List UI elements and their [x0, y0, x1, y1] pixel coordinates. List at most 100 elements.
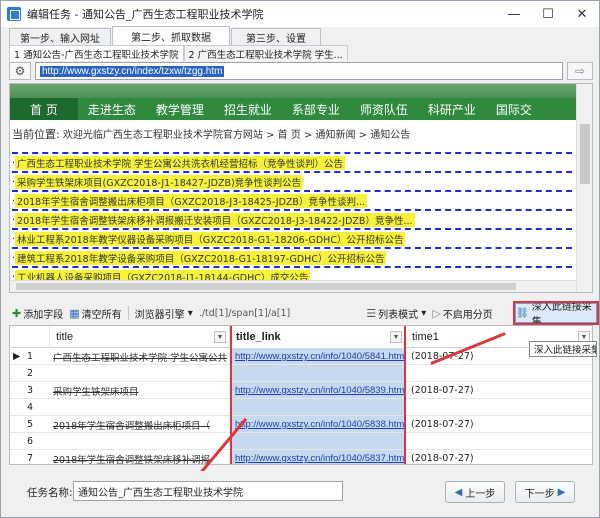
list-mode-label: 列表模式 [378, 309, 419, 321]
prev-icon: ◀ [454, 486, 463, 498]
play-icon: ▷ [432, 306, 441, 320]
maximize-icon[interactable]: ☐ [531, 1, 565, 27]
cell-title[interactable]: 广西生态工程职业技术学院 学生公寓公共 [50, 348, 230, 365]
add-field-label: 添加字段 [23, 309, 64, 321]
task-name-label: 任务名称: [27, 487, 73, 499]
field-toolbar: ✚ 添加字段 ▦ 清空所有 浏览器引擎 ▾ ./td[1]/span[1]/a[1]… [9, 301, 599, 328]
column-annotation-box [230, 326, 406, 464]
news-link[interactable]: 林业工程系2018年教学仪器设备采购项目（GXZC2018-G1-18206-G… [15, 232, 406, 246]
clear-all-button[interactable]: ▦ 清空所有 [66, 304, 124, 322]
cell-time1[interactable]: (2018-07-27) [408, 450, 592, 464]
divider [127, 306, 129, 320]
row-pointer-icon: ▶ [13, 351, 21, 362]
breadcrumb-text: 欢迎光临广西生态工程职业技术学院官方网站 > 首 页 > 通知新闻 > 通知公告 [62, 130, 411, 141]
row-header-corner [10, 326, 50, 348]
web-preview: 首 页 走进生态 教学管理 招生就业 系部专业 师资队伍 科研产业 国际交 当前… [9, 83, 593, 293]
close-icon[interactable]: ✕ [565, 1, 599, 27]
breadcrumb: 当前位置: 欢迎光临广西生态工程职业技术学院官方网站 > 首 页 > 通知新闻 … [12, 126, 410, 142]
site-nav-item[interactable]: 科研产业 [418, 98, 486, 120]
next-step-button[interactable]: 下一步 ▶ [515, 481, 575, 503]
browser-engine-button[interactable]: 浏览器引擎 ▾ [132, 304, 196, 322]
news-item[interactable]: · 林业工程系2018年教学仪器设备采购项目（GXZC2018-G1-18206-… [12, 231, 572, 247]
vertical-scrollbar[interactable] [576, 84, 592, 292]
clear-all-label: 清空所有 [81, 309, 122, 321]
prev-step-button[interactable]: ◀ 上一步 [445, 481, 505, 503]
url-input[interactable]: http://www.gxstzy.cn/index/tzxw/tzgg.htm [35, 62, 563, 80]
news-link[interactable]: 采购学生铁架床项目(GXZC2018-J1-18427-JDZB)竞争性谈判公告 [15, 175, 304, 189]
next-icon: ▶ [557, 486, 566, 498]
site-nav-item[interactable]: 招生就业 [214, 98, 282, 120]
news-link[interactable]: 建筑工程系2018年教学设备采购项目（GXZC2018-G1-18197-GDH… [15, 251, 387, 265]
gear-icon[interactable]: ⚙ [9, 62, 31, 80]
site-nav-item[interactable]: 国际交 [486, 98, 542, 120]
row-number: 2 [27, 368, 34, 379]
title-bar: 编辑任务 - 通知公告_广西生态工程职业技术学院 — ☐ ✕ [1, 1, 599, 27]
breadcrumb-label: 当前位置: [12, 128, 60, 141]
site-nav-item[interactable]: 系部专业 [282, 98, 350, 120]
news-list: · 广西生态工程职业技术学院 学生公寓公共洗衣机经营招标（竞争性谈判）公告 · 采购… [12, 152, 572, 285]
site-nav-item[interactable]: 首 页 [10, 98, 78, 120]
next-step-label: 下一步 [524, 488, 555, 500]
chevron-down-icon[interactable]: ▼ [214, 331, 226, 343]
cell-time1[interactable]: (2018-07-27) [408, 382, 592, 399]
data-grid: title ▼ title_link ▼ time1 ▼ ▶ 1 广西生态工程职业技术… [9, 325, 593, 465]
scroll-thumb[interactable] [16, 283, 516, 290]
add-field-button[interactable]: ✚ 添加字段 [9, 304, 66, 322]
browser-engine-label: 浏览器引擎 [134, 309, 185, 321]
news-link[interactable]: 2018年学生宿舍调整铁架床移补调报搬迁安装项目（GXZC2018-J3-184… [15, 213, 415, 227]
minimize-icon[interactable]: — [497, 1, 531, 27]
column-header-label: time1 [412, 331, 439, 343]
go-arrow-icon[interactable]: ⇨ [567, 62, 593, 80]
scroll-thumb[interactable] [580, 124, 590, 184]
cell-time1[interactable]: (2018-07-27) [408, 416, 592, 433]
add-icon: ✚ [12, 306, 22, 320]
site-nav-item[interactable]: 教学管理 [146, 98, 214, 120]
tab-step-2[interactable]: 第二步、抓取数据 [112, 26, 230, 46]
site-nav-item[interactable]: 师资队伍 [350, 98, 418, 120]
page-tab-2[interactable]: 2 广西生态工程职业技术学院 学生... [183, 45, 348, 61]
window-title: 编辑任务 - 通知公告_广西生态工程职业技术学院 [27, 8, 264, 21]
tooltip: 深入此链接采集 [529, 341, 597, 357]
news-link[interactable]: 广西生态工程职业技术学院 学生公寓公共洗衣机经营招标（竞争性谈判）公告 [15, 156, 346, 170]
step-tabs: 第一步、输入网址 第二步、抓取数据 第三步、设置 [9, 26, 322, 46]
task-name-input[interactable]: 通知公告_广西生态工程职业技术学院 [73, 481, 343, 501]
row-number: 4 [27, 402, 34, 413]
row-number: 6 [27, 436, 34, 447]
deep-collect-label: 深入此链接采集 [531, 302, 592, 328]
news-item[interactable]: · 2018年学生宿舍调整铁架床移补调报搬迁安装项目（GXZC2018-J3-18… [12, 212, 572, 228]
site-banner [10, 84, 576, 98]
tab-step-1[interactable]: 第一步、输入网址 [9, 28, 111, 46]
app-icon [7, 7, 21, 21]
page-tab-1[interactable]: 1 通知公告-广西生态工程职业技术学院 [9, 45, 184, 61]
clear-icon: ▦ [69, 306, 80, 320]
url-bar: ⚙ http://www.gxstzy.cn/index/tzxw/tzgg.h… [9, 61, 593, 81]
news-link[interactable]: 2018年学生宿舍调整搬出床柜项目（GXZC2018-J3-18425-JDZB… [15, 194, 368, 208]
news-item[interactable]: · 广西生态工程职业技术学院 学生公寓公共洗衣机经营招标（竞争性谈判）公告 [12, 155, 572, 171]
site-nav: 首 页 走进生态 教学管理 招生就业 系部专业 师资队伍 科研产业 国际交 [10, 98, 576, 120]
page-tabs: 1 通知公告-广西生态工程职业技术学院 2 广西生态工程职业技术学院 学生... [9, 45, 348, 61]
row-number: 7 [27, 453, 34, 464]
cell-title[interactable]: 2018年学生宿舍调整铁架床移补调报 [50, 450, 230, 465]
list-mode-button[interactable]: ☰ 列表模式 ▾ [363, 304, 429, 322]
news-item[interactable]: · 采购学生铁架床项目(GXZC2018-J1-18427-JDZB)竞争性谈判公… [12, 174, 572, 190]
url-text: http://www.gxstzy.cn/index/tzxw/tzgg.htm [40, 65, 225, 77]
no-paging-button[interactable]: ▷ 不启用分页 [429, 304, 495, 322]
tab-step-3[interactable]: 第三步、设置 [231, 28, 321, 46]
site-nav-item[interactable]: 走进生态 [78, 98, 146, 120]
column-header-label: title [56, 331, 74, 343]
row-number: 3 [27, 385, 34, 396]
news-item[interactable]: · 建筑工程系2018年教学设备采购项目（GXZC2018-G1-18197-GD… [12, 250, 572, 266]
editor-window: 编辑任务 - 通知公告_广西生态工程职业技术学院 — ☐ ✕ 第一步、输入网址 … [0, 0, 600, 518]
deep-collect-button[interactable]: ⛓ 深入此链接采集 [513, 301, 599, 328]
xpath-text: ./td[1]/span[1]/a[1] [198, 307, 291, 319]
horizontal-scrollbar[interactable] [10, 280, 576, 292]
news-item[interactable]: · 2018年学生宿舍调整搬出床柜项目（GXZC2018-J3-18425-JDZ… [12, 193, 572, 209]
chevron-down-icon: ▾ [418, 307, 427, 319]
list-icon: ☰ [366, 306, 377, 320]
row-number: 1 [27, 351, 34, 362]
column-header-title[interactable]: title ▼ [50, 326, 230, 348]
no-paging-label: 不启用分页 [442, 309, 493, 321]
cell-title[interactable]: 采购学生铁架床项目 [50, 382, 230, 399]
cell-title[interactable]: 2018年学生宿舍调整搬出床柜项目（ [50, 416, 230, 433]
link-icon: ⛓ [516, 307, 529, 319]
